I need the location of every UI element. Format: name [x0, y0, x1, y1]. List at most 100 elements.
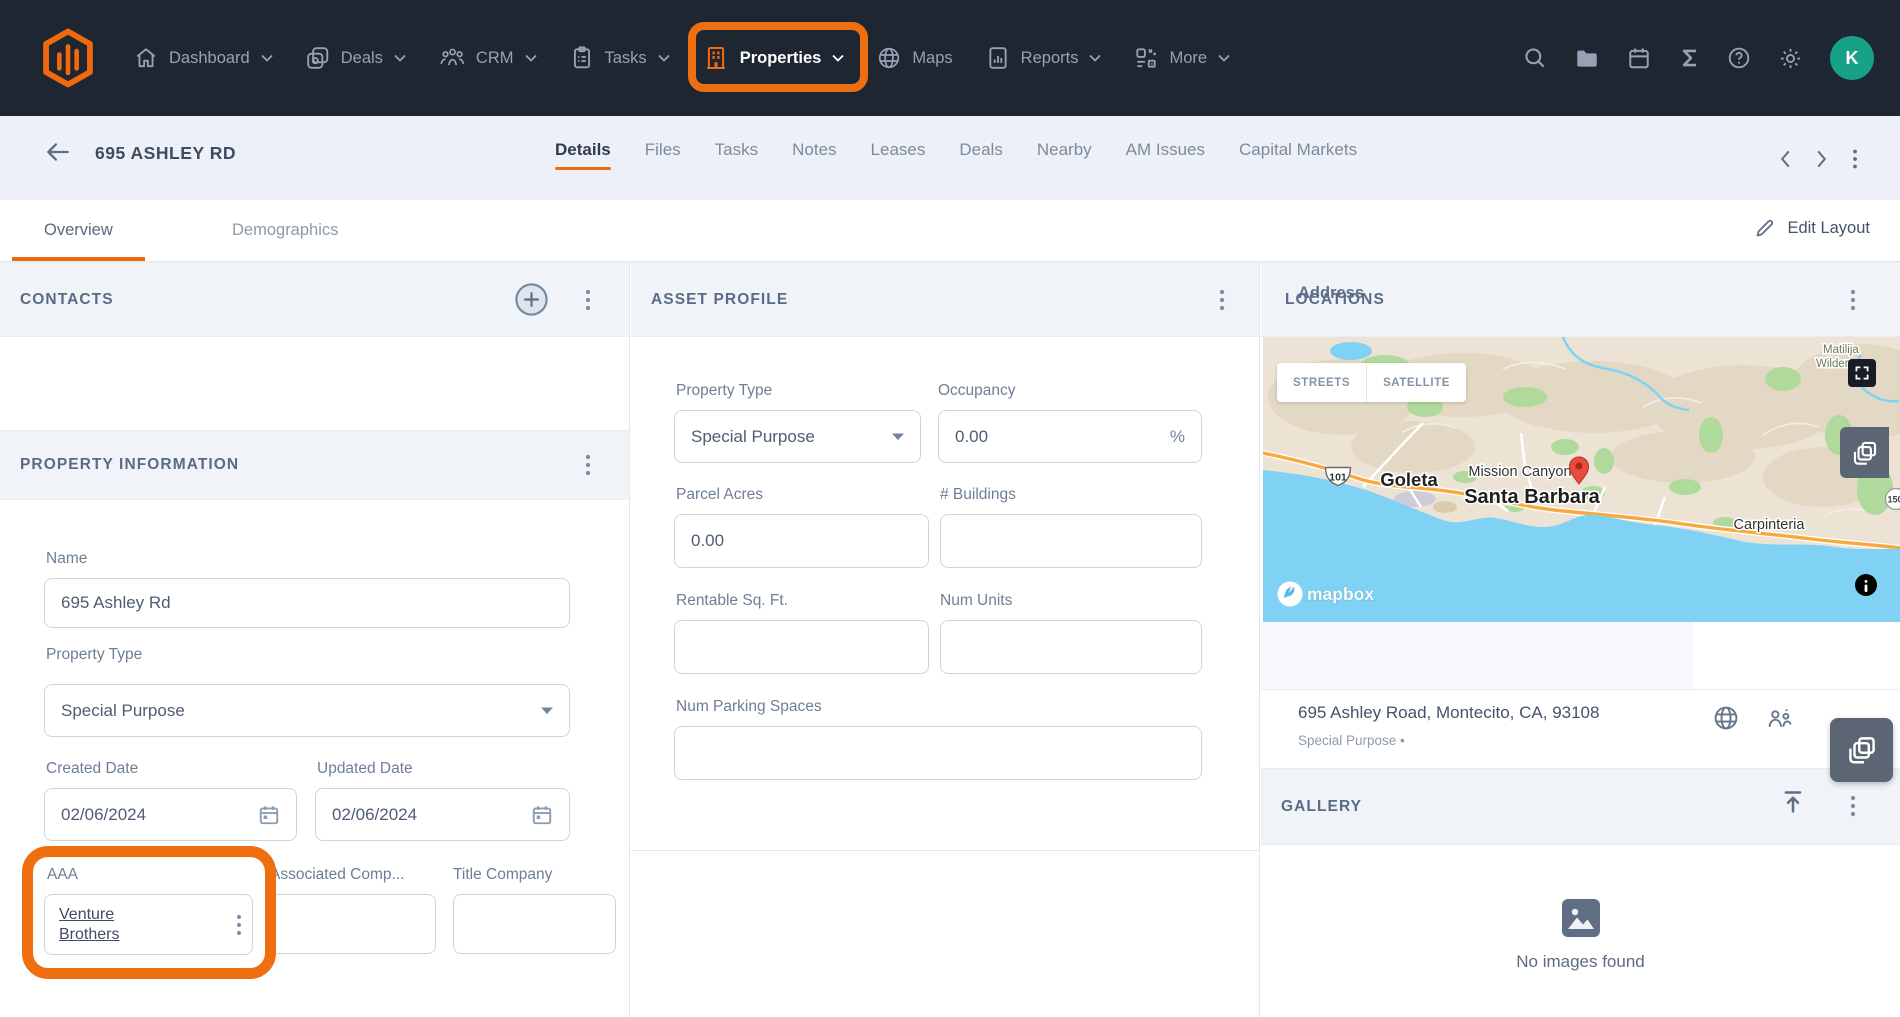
sigma-icon[interactable] [1678, 46, 1700, 70]
tab-leases[interactable]: Leases [871, 116, 926, 170]
ap-property-type-select[interactable]: Special Purpose [674, 410, 921, 463]
title-company-field[interactable] [453, 894, 616, 954]
num-parking-field[interactable] [674, 726, 1202, 780]
calendar-picker-icon[interactable] [531, 804, 553, 826]
edit-layout-button[interactable]: Edit Layout [1755, 218, 1870, 238]
nav-item-tasks[interactable]: Tasks [570, 46, 670, 70]
property-tabs: Details Files Tasks Notes Leases Deals N… [555, 116, 1357, 170]
svg-text:101: 101 [1329, 472, 1347, 484]
gallery-title: GALLERY [1281, 798, 1362, 816]
map-label-carpinteria: Carpinteria [1734, 517, 1806, 533]
locations-map[interactable]: 101 150 Matilija Wildern Mission Canyon … [1263, 337, 1900, 622]
address-layers-button[interactable] [1830, 718, 1893, 782]
tab-tasks[interactable]: Tasks [715, 116, 758, 170]
calendar-icon[interactable] [1627, 46, 1651, 70]
chevron-down-icon [1089, 54, 1101, 62]
page-title: 695 ASHLEY RD [95, 143, 236, 164]
fullscreen-icon [1854, 365, 1870, 381]
nav-item-maps[interactable]: Maps [877, 46, 952, 70]
buildings-field[interactable] [940, 514, 1202, 568]
created-date-field[interactable]: 02/06/2024 [44, 788, 297, 841]
num-parking-label: Num Parking Spaces [676, 698, 822, 716]
right-column: LOCATIONS [1261, 262, 1900, 1017]
nav-item-reports[interactable]: Reports [986, 46, 1102, 70]
associated-company-field[interactable] [270, 894, 436, 954]
locations-kebab-icon[interactable] [1850, 288, 1856, 312]
gallery-kebab-icon[interactable] [1850, 794, 1856, 818]
tab-nearby[interactable]: Nearby [1037, 116, 1092, 170]
address-row[interactable]: 695 Ashley Road, Montecito, CA, 93108 Sp… [1261, 690, 1900, 768]
nav-item-crm[interactable]: CRM [439, 46, 537, 70]
aaa-label: AAA [47, 866, 78, 884]
num-units-field[interactable] [940, 620, 1202, 674]
chevron-left-icon[interactable] [1780, 150, 1791, 168]
folder-icon[interactable] [1574, 46, 1600, 70]
add-contact-button[interactable] [513, 281, 550, 318]
svg-text:150: 150 [1887, 495, 1900, 505]
address-header-spacer [1693, 622, 1900, 690]
nav-label: CRM [476, 49, 514, 68]
ap-property-type-label: Property Type [676, 382, 772, 400]
people-icon [439, 46, 465, 70]
venture-brothers-link[interactable]: Venture Brothers [59, 905, 161, 945]
calendar-picker-icon[interactable] [258, 804, 280, 826]
tab-deals[interactable]: Deals [959, 116, 1002, 170]
chevron-right-icon[interactable] [1816, 150, 1827, 168]
percent-suffix: % [1170, 427, 1185, 447]
globe-icon[interactable] [1713, 705, 1739, 731]
tab-details[interactable]: Details [555, 116, 611, 170]
tab-notes[interactable]: Notes [792, 116, 836, 170]
nav-item-deals[interactable]: Deals [306, 46, 406, 70]
tab-overview[interactable]: Overview [12, 200, 145, 261]
aaa-kebab-icon[interactable] [236, 913, 242, 937]
contacts-people-icon[interactable] [1766, 705, 1794, 731]
map-info-icon [1855, 574, 1877, 596]
kebab-menu-icon[interactable] [1852, 148, 1858, 170]
title-company-label: Title Company [453, 866, 552, 884]
top-navigation: Dashboard Deals CRM Tasks Prope [0, 0, 1900, 116]
nav-item-more[interactable]: More [1134, 46, 1230, 70]
address-subtext: Special Purpose • [1298, 733, 1405, 748]
map-fullscreen-button[interactable] [1848, 359, 1876, 387]
property-info-section-header: PROPERTY INFORMATION [0, 430, 629, 500]
app-logo-icon[interactable] [40, 28, 96, 88]
aaa-field[interactable]: Venture Brothers [44, 894, 253, 955]
rentable-sqft-field[interactable] [674, 620, 929, 674]
search-icon[interactable] [1523, 46, 1547, 70]
updated-date-field[interactable]: 02/06/2024 [315, 788, 570, 841]
back-arrow-icon[interactable] [44, 140, 72, 164]
property-detail-page: Dashboard Deals CRM Tasks Prope [0, 0, 1900, 1017]
nav-item-dashboard[interactable]: Dashboard [134, 46, 273, 70]
occupancy-field[interactable]: 0.00 % [938, 410, 1202, 463]
gear-icon[interactable] [1778, 46, 1803, 71]
user-avatar[interactable]: K [1830, 36, 1874, 80]
map-layers-button[interactable] [1840, 427, 1889, 478]
select-caret-icon [541, 707, 553, 714]
tab-demographics[interactable]: Demographics [200, 200, 370, 261]
select-caret-icon [892, 433, 904, 440]
nav-item-properties[interactable]: Properties [703, 45, 845, 71]
tab-files[interactable]: Files [645, 116, 681, 170]
tab-am-issues[interactable]: AM Issues [1126, 116, 1205, 170]
upload-image-icon[interactable] [1781, 789, 1805, 815]
parcel-acres-field[interactable]: 0.00 [674, 514, 929, 568]
gallery-empty-state: No images found [1261, 845, 1900, 1017]
contacts-kebab-icon[interactable] [585, 288, 591, 312]
building-icon [703, 45, 729, 71]
buildings-label: # Buildings [940, 486, 1016, 504]
asset-profile-kebab-icon[interactable] [1219, 288, 1225, 312]
pencil-icon [1755, 218, 1775, 238]
map-label-matilija: Matilija [1823, 344, 1859, 356]
nav-label: Maps [912, 49, 952, 68]
map-style-streets-button[interactable]: STREETS [1277, 363, 1366, 402]
property-type-select[interactable]: Special Purpose [44, 684, 570, 737]
property-info-kebab-icon[interactable] [585, 453, 591, 477]
help-icon[interactable] [1727, 46, 1751, 70]
name-field[interactable]: 695 Ashley Rd [44, 578, 570, 628]
name-label: Name [46, 550, 87, 568]
tab-capital-markets[interactable]: Capital Markets [1239, 116, 1357, 170]
chevron-down-icon [525, 54, 537, 62]
map-style-satellite-button[interactable]: SATELLITE [1366, 363, 1466, 402]
main-nav: Dashboard Deals CRM Tasks Prope [134, 45, 1230, 71]
apps-grid-icon [1134, 46, 1158, 70]
